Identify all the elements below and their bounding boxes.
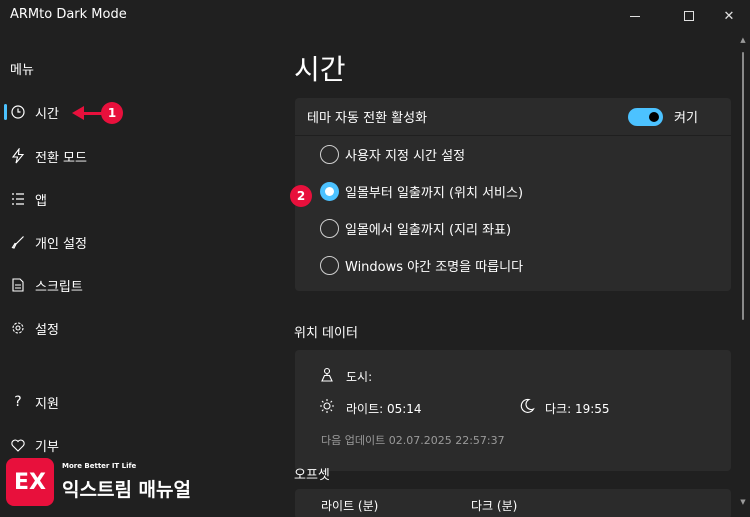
scrollbar[interactable]: ▲ ▼ (740, 36, 746, 506)
sidebar-item-apps[interactable]: 앱 (4, 181, 274, 217)
sidebar-item-label: 앱 (35, 193, 47, 209)
sidebar-item-label: 스크립트 (35, 279, 83, 295)
menu-heading: 메뉴 (10, 63, 34, 78)
radio-option-night-light[interactable]: Windows 야간 조명을 따릅니다 (295, 247, 731, 284)
moon-icon (519, 398, 535, 418)
annotation-badge-2: 2 (290, 185, 312, 207)
document-icon (10, 277, 26, 293)
offset-light-label: 라이트 (분) (321, 499, 379, 513)
dark-time: 다크: 19:55 (545, 402, 610, 416)
toggle-knob (649, 112, 659, 122)
close-button[interactable]: ✕ (706, 0, 750, 32)
sidebar-item-personalize[interactable]: 개인 설정 (4, 224, 274, 260)
sidebar-item-label: 설정 (35, 322, 59, 338)
theme-toggle-label: 테마 자동 전환 활성화 (307, 111, 428, 126)
radio-option-custom-time[interactable]: 사용자 지정 시간 설정 (295, 136, 731, 173)
sidebar-item-support[interactable]: ? 지원 (4, 384, 274, 420)
title-bar: ARMto Dark Mode ✕ (0, 0, 750, 32)
annotation-badge-1: 1 (101, 102, 123, 124)
close-icon: ✕ (723, 8, 735, 24)
active-indicator (4, 104, 7, 120)
light-time: 라이트: 05:14 (346, 402, 422, 416)
logo-mark: EX (6, 458, 54, 506)
logo-tagline: More Better IT Life (62, 462, 137, 470)
location-card: 도시: 라이트: 05:14 다크: 19:55 다음 업데이트 02.07.2… (295, 350, 731, 471)
radio-dot (325, 187, 334, 196)
list-icon (10, 191, 26, 207)
sidebar-item-switch-mode[interactable]: 전환 모드 (4, 138, 274, 174)
theme-toggle-state: 켜기 (674, 111, 698, 126)
heart-icon (10, 437, 26, 453)
city-label: 도시: (346, 370, 373, 384)
minimize-button[interactable] (612, 0, 658, 32)
time-settings-card: 테마 자동 전환 활성화 켜기 사용자 지정 시간 설정 일몰부터 일출까지 (… (295, 98, 731, 291)
app-title: ARMto Dark Mode (10, 7, 127, 22)
gear-icon (10, 320, 26, 336)
sidebar: 메뉴 시간 전환 모드 앱 개인 설정 스크립트 설정 ? 지원 기부 (0, 32, 280, 517)
radio-label: 일몰에서 일출까지 (지리 좌표) (345, 223, 512, 238)
next-update-text: 다음 업데이트 02.07.2025 22:57:37 (321, 434, 505, 447)
annotation-arrow-line (82, 112, 102, 115)
brush-icon (10, 234, 26, 250)
radio-label: Windows 야간 조명을 따릅니다 (345, 260, 524, 275)
radio-label: 사용자 지정 시간 설정 (345, 149, 466, 164)
offset-dark-label: 다크 (분) (471, 499, 518, 513)
scroll-down-icon[interactable]: ▼ (740, 498, 746, 506)
radio-button[interactable] (320, 145, 339, 164)
main-content: 시간 테마 자동 전환 활성화 켜기 사용자 지정 시간 설정 일몰부터 일출까… (280, 32, 750, 517)
page-title: 시간 (294, 53, 346, 86)
offset-section-title: 오프셋 (294, 468, 330, 483)
sidebar-item-label: 시간 (35, 106, 59, 122)
sidebar-item-label: 기부 (35, 439, 59, 455)
radio-button[interactable] (320, 219, 339, 238)
sidebar-item-scripts[interactable]: 스크립트 (4, 267, 274, 303)
sidebar-item-label: 지원 (35, 396, 59, 412)
theme-toggle-row: 테마 자동 전환 활성화 켜기 (295, 98, 731, 135)
question-icon: ? (14, 394, 22, 410)
theme-toggle-switch[interactable] (628, 108, 663, 126)
clock-icon (10, 104, 26, 120)
radio-label: 일몰부터 일출까지 (위치 서비스) (345, 186, 524, 201)
location-pin-icon (319, 366, 335, 386)
offset-card: 라이트 (분) 다크 (분) (295, 489, 731, 517)
radio-option-location-service[interactable]: 일몰부터 일출까지 (위치 서비스) (295, 173, 731, 210)
sidebar-item-label: 전환 모드 (35, 150, 87, 166)
radio-option-geo-coordinates[interactable]: 일몰에서 일출까지 (지리 좌표) (295, 210, 731, 247)
scroll-up-icon[interactable]: ▲ (740, 36, 746, 44)
sidebar-item-time[interactable]: 시간 (4, 94, 274, 130)
radio-button-selected[interactable] (320, 182, 339, 201)
scrollbar-thumb[interactable] (742, 52, 744, 320)
sun-icon (319, 398, 335, 418)
minimize-icon (630, 15, 640, 17)
maximize-icon (684, 11, 694, 21)
sidebar-item-settings[interactable]: 설정 (4, 310, 274, 346)
sidebar-item-label: 개인 설정 (35, 236, 87, 252)
bolt-icon (10, 148, 26, 164)
logo-name: 익스트림 매뉴얼 (62, 479, 191, 501)
watermark-logo: EX More Better IT Life 익스트림 매뉴얼 (6, 458, 221, 508)
location-section-title: 위치 데이터 (294, 326, 358, 341)
radio-button[interactable] (320, 256, 339, 275)
